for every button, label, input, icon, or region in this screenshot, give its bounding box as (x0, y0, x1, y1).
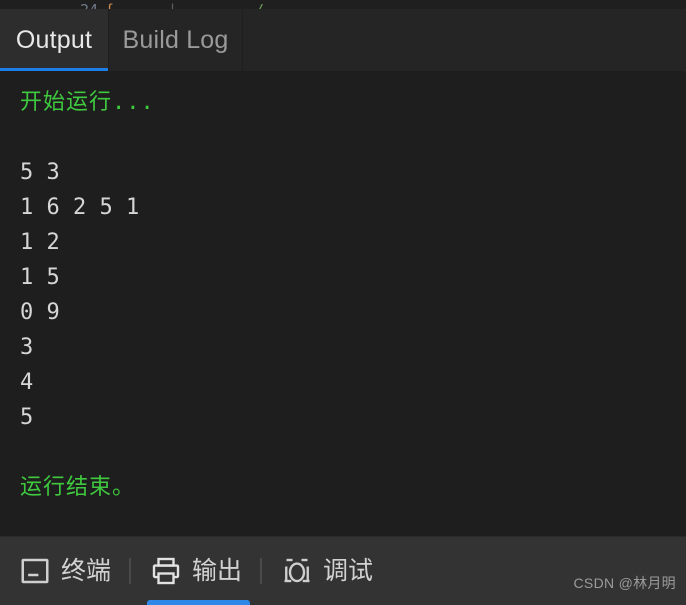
toolbar-item-terminal[interactable]: 终端 (0, 537, 129, 605)
tab-build-log-label: Build Log (122, 25, 229, 54)
toolbar-active-indicator (147, 600, 251, 605)
tab-output[interactable]: Output (0, 9, 108, 71)
tab-build-log[interactable]: Build Log (108, 9, 243, 71)
printer-icon (152, 557, 180, 585)
toolbar-item-terminal-label: 终端 (61, 556, 112, 585)
tab-output-label: Output (15, 25, 93, 54)
output-panel-window: 24 { | / Output Build Log 开始运行... 5 3 1 … (0, 0, 686, 605)
panel-bottom-toolbar: 终端 输出 调试 CSDN @林月明 (0, 536, 686, 605)
console-spacer-bottom (20, 435, 686, 470)
watermark: CSDN @林月明 (573, 575, 676, 591)
console-line: 1 2 (20, 230, 60, 255)
bug-icon (284, 558, 310, 583)
toolbar-item-debug[interactable]: 调试 (262, 537, 391, 605)
console-line: 5 3 (20, 160, 60, 185)
panel-tabstrip: Output Build Log (0, 9, 686, 71)
console-line: 3 (20, 335, 34, 360)
console-spacer-top (20, 120, 686, 155)
tabstrip-filler (243, 9, 686, 71)
toolbar-item-output-label: 输出 (192, 556, 243, 585)
console-line: 4 (20, 370, 34, 395)
console-output[interactable]: 开始运行... 5 3 1 6 2 5 1 1 2 1 5 0 9 3 4 5 … (0, 71, 686, 536)
editor-sliver: 24 { | / (0, 0, 686, 9)
console-start-message: 开始运行... (20, 90, 155, 115)
terminal-icon (21, 558, 49, 584)
console-line: 1 6 2 5 1 (20, 195, 140, 220)
toolbar-item-output[interactable]: 输出 (131, 537, 260, 605)
console-line: 1 5 (20, 265, 60, 290)
active-tab-indicator (0, 68, 108, 71)
console-line: 0 9 (20, 300, 60, 325)
console-end-message: 运行结束。 (20, 475, 136, 500)
toolbar-item-debug-label: 调试 (323, 556, 374, 585)
console-line: 5 (20, 405, 34, 430)
